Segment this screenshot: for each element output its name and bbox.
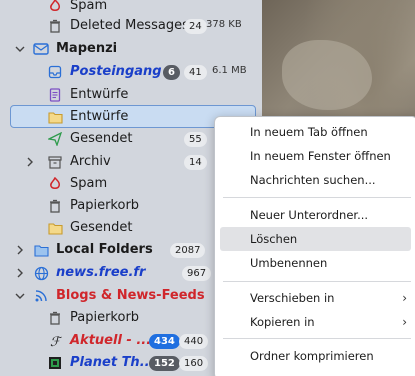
folder-icon [46, 108, 64, 126]
total-count-badge: 41 [184, 65, 207, 80]
folder-label: Spam [70, 0, 108, 13]
menu-item-label: In neuem Fenster öffnen [250, 149, 391, 163]
unread-count-badge: 434 [149, 334, 180, 349]
total-count-badge: 14 [184, 155, 207, 170]
folder-label: Posteingang [70, 64, 162, 79]
menu-separator [223, 338, 411, 339]
total-count-badge: 440 [179, 334, 209, 349]
chevron-right-icon[interactable] [24, 150, 36, 174]
rss-icon [32, 287, 50, 305]
menu-item-label: Ordner komprimieren [250, 349, 374, 363]
rock-highlight [282, 40, 372, 110]
menu-item-copy-to[interactable]: Kopieren in › [220, 310, 411, 334]
folder-label: Entwürfe [70, 87, 129, 102]
drafts-icon [46, 86, 64, 104]
menu-separator [223, 281, 411, 282]
inbox-icon [46, 63, 64, 81]
menu-item-move-to[interactable]: Verschieben in › [220, 286, 411, 310]
feed-label: Aktuell - ... [70, 333, 152, 348]
globe-icon [32, 264, 50, 282]
svg-text:ℱ: ℱ [50, 335, 62, 348]
menu-item-rename[interactable]: Umbenennen [220, 251, 411, 275]
menu-item-open-in-new-tab[interactable]: In neuem Tab öffnen [220, 120, 411, 144]
account-row-mapenzi[interactable]: Mapenzi [0, 37, 262, 61]
menu-item-label: Umbenennen [250, 256, 328, 270]
folder-label: Papierkorb [70, 198, 140, 213]
spam-icon [46, 0, 64, 15]
menu-item-delete[interactable]: Löschen [220, 227, 411, 251]
folder-label: Gesendet [70, 220, 133, 235]
folder-label: Gesendet [70, 131, 133, 146]
sent-icon [46, 130, 64, 148]
menu-item-label: In neuem Tab öffnen [250, 125, 368, 139]
total-count-badge: 55 [184, 132, 207, 147]
menu-item-label: Verschieben in [250, 291, 335, 305]
chevron-right-icon: › [402, 315, 407, 329]
trash-icon [46, 309, 64, 327]
menu-separator [223, 197, 411, 198]
folder-context-menu: In neuem Tab öffnen In neuem Fenster öff… [214, 116, 415, 376]
unread-count-badge: 152 [149, 356, 180, 371]
account-label: Local Folders [56, 242, 153, 257]
trash-icon [46, 17, 64, 35]
account-label: news.free.fr [56, 265, 146, 280]
chevron-right-icon[interactable] [14, 261, 26, 285]
chevron-down-icon[interactable] [14, 284, 26, 308]
folder-label: Spam [70, 176, 108, 191]
menu-item-label: Kopieren in [250, 315, 315, 329]
total-count-badge: 160 [179, 356, 209, 371]
folder-icon [46, 219, 64, 237]
feed-label: Planet Th... [70, 355, 155, 370]
folder-row-deleted-messages[interactable]: Deleted Messages 24 378 KB [0, 14, 262, 38]
menu-item-open-in-new-window[interactable]: In neuem Fenster öffnen [220, 144, 411, 168]
menu-item-label: Neuer Unterordner... [250, 208, 369, 222]
folder-row-entwuerfe-drafts[interactable]: Entwürfe [0, 83, 262, 107]
menu-item-new-subfolder[interactable]: Neuer Unterordner... [220, 203, 411, 227]
menu-item-search-messages[interactable]: Nachrichten suchen... [220, 168, 411, 192]
folder-icon [32, 241, 50, 259]
account-label: Mapenzi [56, 41, 118, 56]
folder-row-posteingang[interactable]: Posteingang 6 41 6.1 MB [0, 60, 262, 84]
chevron-right-icon[interactable] [14, 238, 26, 262]
menu-item-label: Löschen [250, 232, 298, 246]
spam-icon [46, 175, 64, 193]
folder-label: Deleted Messages [70, 18, 189, 33]
account-icon [32, 40, 50, 58]
total-count-badge: 2087 [170, 243, 206, 258]
folder-size: 378 KB [206, 19, 242, 30]
folder-label: Archiv [70, 154, 111, 169]
total-count-badge: 24 [184, 19, 207, 34]
chevron-right-icon: › [402, 291, 407, 305]
feed-icon: ℱ [46, 332, 64, 350]
unread-count-badge: 6 [163, 65, 180, 80]
folder-label: Entwürfe [70, 109, 129, 124]
folder-size: 6.1 MB [212, 65, 247, 76]
chevron-down-icon[interactable] [14, 37, 26, 61]
trash-icon [46, 197, 64, 215]
archive-icon [46, 153, 64, 171]
planet-icon [46, 354, 64, 372]
folder-label: Papierkorb [70, 310, 140, 325]
menu-item-compact-folder[interactable]: Ordner komprimieren [220, 344, 411, 368]
total-count-badge: 967 [182, 266, 212, 281]
account-label: Blogs & News-Feeds [56, 288, 205, 303]
menu-item-label: Nachrichten suchen... [250, 173, 376, 187]
